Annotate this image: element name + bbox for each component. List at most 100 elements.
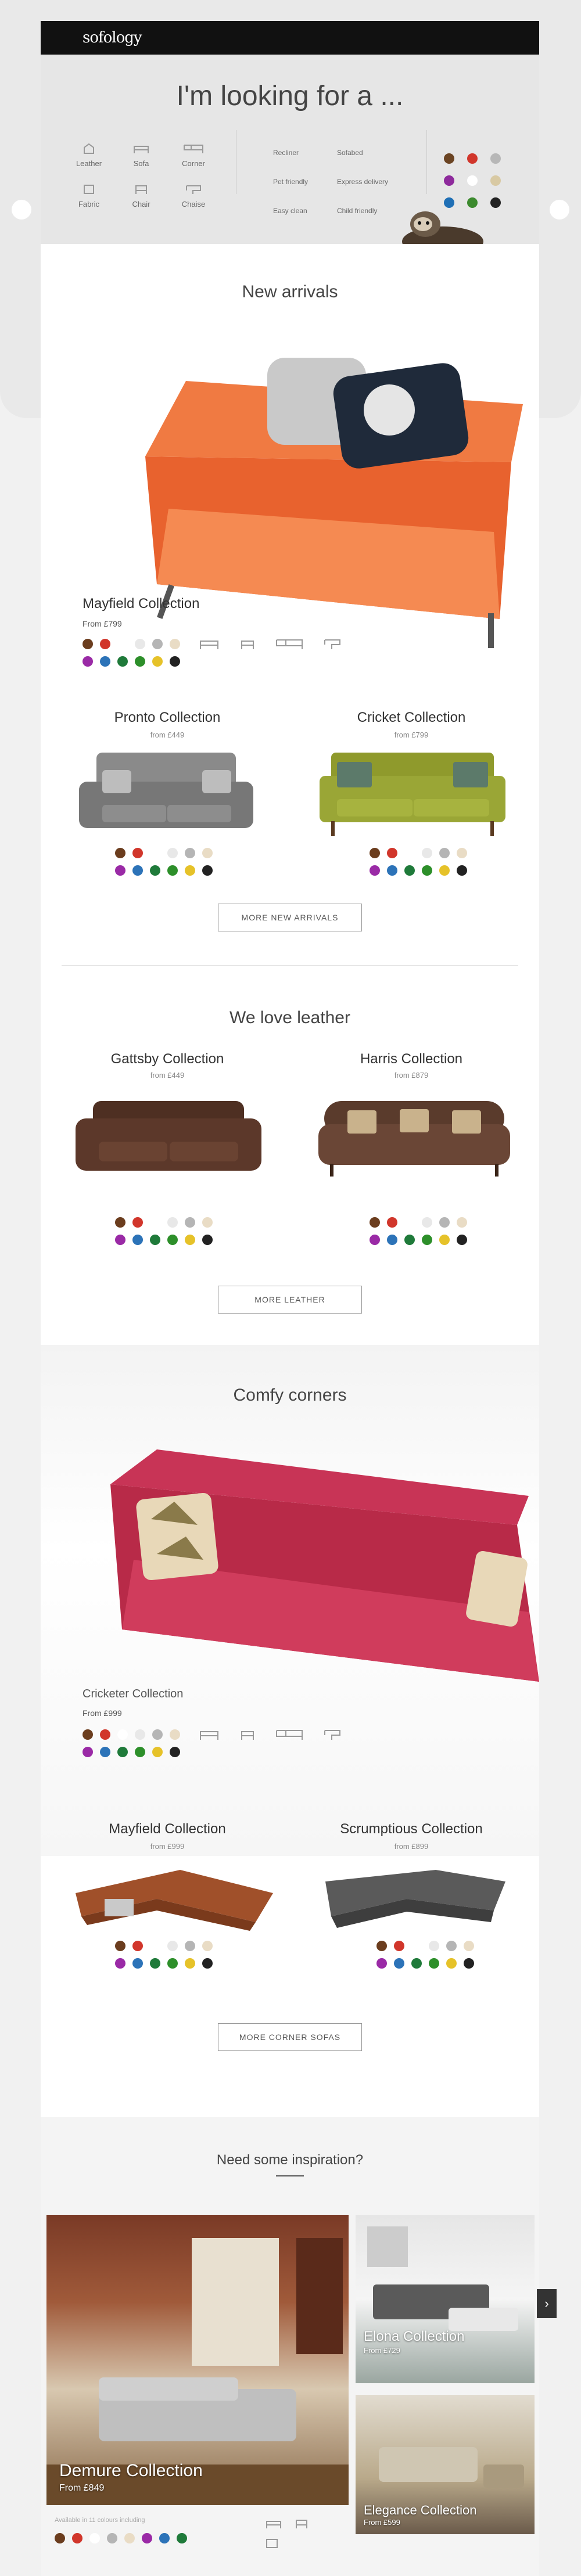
swatch[interactable] <box>376 1958 387 1969</box>
swatch[interactable] <box>100 1747 110 1757</box>
swatch[interactable] <box>422 865 432 876</box>
swatch[interactable] <box>152 1747 163 1757</box>
swatch[interactable] <box>150 865 160 876</box>
swatch[interactable] <box>185 865 195 876</box>
swatch[interactable] <box>464 1958 474 1969</box>
type-fabric[interactable]: Fabric <box>63 184 115 208</box>
more-new-arrivals-button[interactable]: MORE NEW ARRIVALS <box>218 904 362 931</box>
swatch[interactable] <box>167 865 178 876</box>
swatch[interactable] <box>177 2533 187 2543</box>
color-swatch-purple[interactable] <box>444 175 454 186</box>
swatch[interactable] <box>152 639 163 649</box>
swatch[interactable] <box>117 656 128 667</box>
type-leather[interactable]: Leather <box>63 143 115 168</box>
swatch[interactable] <box>100 1729 110 1740</box>
swatch[interactable] <box>135 656 145 667</box>
swatch[interactable] <box>411 1941 422 1951</box>
swatch[interactable] <box>115 1235 125 1245</box>
feature-pet-friendly[interactable]: Pet friendly <box>273 178 308 186</box>
swatch[interactable] <box>422 1235 432 1245</box>
more-corner-sofas-button[interactable]: MORE CORNER SOFAS <box>218 2023 362 2051</box>
swatch[interactable] <box>185 848 195 858</box>
swatch[interactable] <box>167 1235 178 1245</box>
swatch[interactable] <box>150 1217 160 1228</box>
swatch[interactable] <box>202 1217 213 1228</box>
corner-sofa-icon[interactable] <box>275 638 303 652</box>
product-image-mayfield-corner[interactable] <box>64 1858 273 1934</box>
featured-product-name[interactable]: Mayfield Collection <box>83 596 199 612</box>
feature-easy-clean[interactable]: Easy clean <box>273 207 307 215</box>
swatch[interactable] <box>135 1747 145 1757</box>
swatch[interactable] <box>115 1958 125 1969</box>
swatch[interactable] <box>100 656 110 667</box>
feature-child-friendly[interactable]: Child friendly <box>337 207 377 215</box>
swatch[interactable] <box>115 1941 125 1951</box>
product-name[interactable]: Scrumptious Collection <box>324 1821 498 1837</box>
type-chair[interactable]: Chair <box>115 184 167 208</box>
swatch[interactable] <box>117 639 128 649</box>
swatch[interactable] <box>387 1235 397 1245</box>
swatch[interactable] <box>446 1941 457 1951</box>
sofa-icon[interactable] <box>199 638 220 652</box>
swatch[interactable] <box>142 2533 152 2543</box>
swatch[interactable] <box>387 865 397 876</box>
swatch[interactable] <box>167 1958 178 1969</box>
swatch[interactable] <box>132 1941 143 1951</box>
swatch[interactable] <box>387 848 397 858</box>
swatch[interactable] <box>439 848 450 858</box>
swatch[interactable] <box>439 1235 450 1245</box>
swatch[interactable] <box>422 848 432 858</box>
swatch[interactable] <box>439 1217 450 1228</box>
featured-product-name[interactable]: Cricketer Collection <box>83 1688 183 1701</box>
swatch[interactable] <box>115 848 125 858</box>
swatch[interactable] <box>150 1958 160 1969</box>
swatch[interactable] <box>370 1217 380 1228</box>
swatch[interactable] <box>170 639 180 649</box>
swatch[interactable] <box>202 865 213 876</box>
sofa-icon[interactable] <box>199 1728 220 1742</box>
swatch[interactable] <box>83 639 93 649</box>
swatch[interactable] <box>170 1729 180 1740</box>
swatch[interactable] <box>170 1747 180 1757</box>
product-image-scrumptious[interactable] <box>320 1858 511 1934</box>
chaise-icon[interactable] <box>323 638 342 652</box>
swatch[interactable] <box>117 1729 128 1740</box>
chair-icon[interactable] <box>239 638 256 652</box>
color-swatch-cream[interactable] <box>490 175 501 186</box>
swatch[interactable] <box>439 865 450 876</box>
swatch[interactable] <box>185 1235 195 1245</box>
swatch[interactable] <box>135 1729 145 1740</box>
type-sofa[interactable]: Sofa <box>115 143 167 168</box>
swatch[interactable] <box>394 1958 404 1969</box>
corner-sofa-icon[interactable] <box>275 1728 303 1742</box>
swatch[interactable] <box>202 1958 213 1969</box>
swatch[interactable] <box>167 1941 178 1951</box>
swatch[interactable] <box>457 848 467 858</box>
swatch[interactable] <box>370 865 380 876</box>
color-swatch-red[interactable] <box>467 153 478 164</box>
swatch[interactable] <box>185 1217 195 1228</box>
type-chaise[interactable]: Chaise <box>167 184 220 208</box>
swatch[interactable] <box>167 1217 178 1228</box>
swatch[interactable] <box>132 865 143 876</box>
swatch[interactable] <box>457 1235 467 1245</box>
feature-express-delivery[interactable]: Express delivery <box>337 178 388 186</box>
swatch[interactable] <box>404 1235 415 1245</box>
featured-corner-sofa-image[interactable] <box>99 1438 539 1693</box>
product-image-gattsby[interactable] <box>70 1089 267 1182</box>
swatch[interactable] <box>72 2533 83 2543</box>
swatch[interactable] <box>132 848 143 858</box>
swatch[interactable] <box>150 1235 160 1245</box>
swatch[interactable] <box>185 1941 195 1951</box>
color-swatch-white[interactable] <box>467 175 478 186</box>
swatch[interactable] <box>404 865 415 876</box>
fabric-icon[interactable] <box>265 2538 280 2549</box>
swatch[interactable] <box>83 1747 93 1757</box>
swatch[interactable] <box>202 848 213 858</box>
swatch[interactable] <box>202 1235 213 1245</box>
swatch[interactable] <box>457 1217 467 1228</box>
swatch[interactable] <box>135 639 145 649</box>
more-leather-button[interactable]: MORE LEATHER <box>218 1286 362 1314</box>
swatch[interactable] <box>464 1941 474 1951</box>
swatch[interactable] <box>404 1217 415 1228</box>
